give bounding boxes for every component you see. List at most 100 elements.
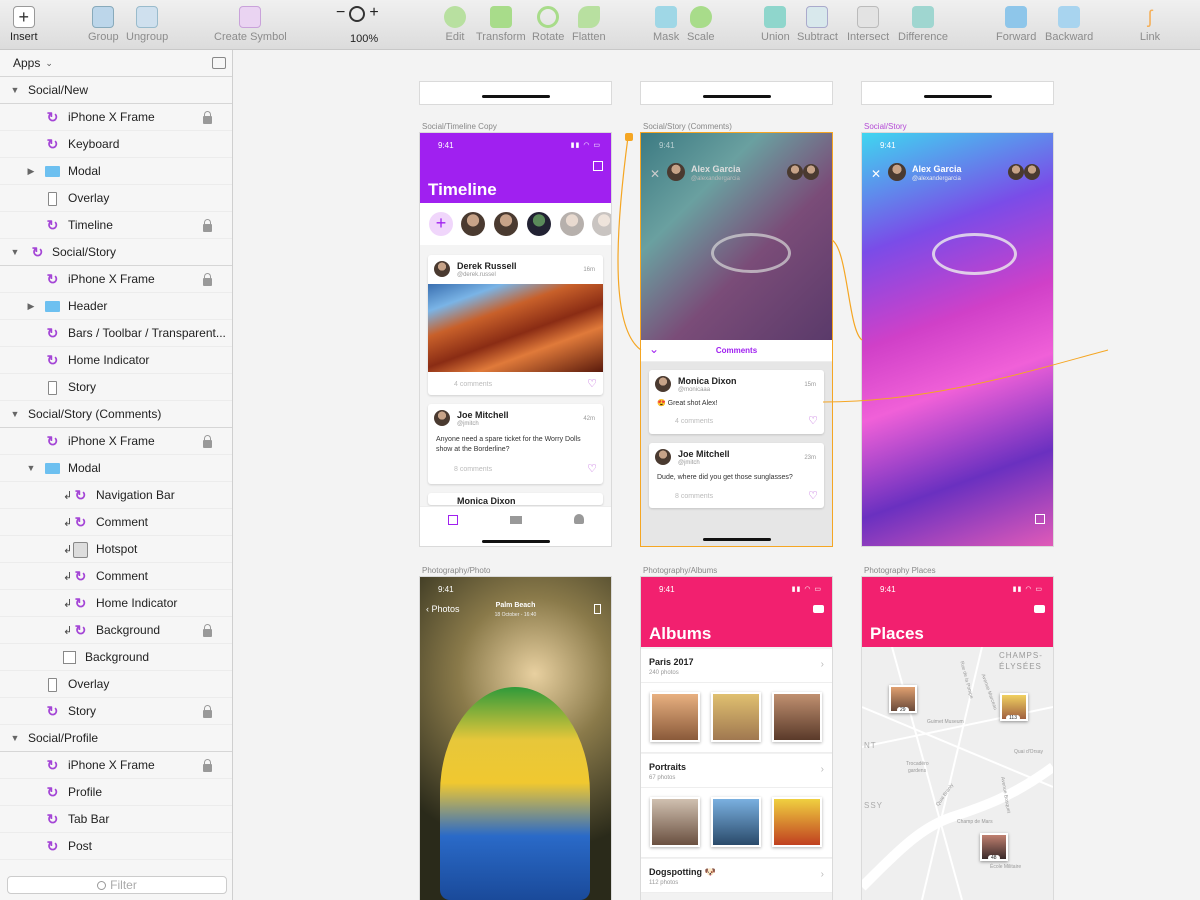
map-pin[interactable]: 29 xyxy=(889,685,917,713)
layer-row[interactable]: ↻ Profile xyxy=(0,779,232,806)
album-row[interactable]: Dogspotting 🐶 112 photos › xyxy=(641,859,832,893)
artboard-label[interactable]: Photography/Albums xyxy=(643,566,717,575)
layer-row[interactable]: Overlay xyxy=(0,185,232,212)
camera-icon[interactable] xyxy=(1034,605,1045,613)
layer-row[interactable]: ↻ Post xyxy=(0,833,232,860)
layer-group[interactable]: ▼ Social/Profile xyxy=(0,725,232,752)
layer-row[interactable]: Background xyxy=(0,644,232,671)
layer-name: Comment xyxy=(96,515,149,529)
map-label: gardens xyxy=(908,768,927,774)
artboard-label[interactable]: Photography/Photo xyxy=(422,566,491,575)
link-button[interactable]: ʃ Link xyxy=(1139,6,1161,44)
edit-button[interactable]: Edit xyxy=(444,6,466,44)
thumbnail[interactable] xyxy=(711,692,761,742)
lock-icon[interactable] xyxy=(203,759,212,772)
intersect-button[interactable]: Intersect xyxy=(847,6,889,44)
disclosure-open-icon[interactable]: ▼ xyxy=(26,463,36,473)
layer-name: Modal xyxy=(68,461,101,475)
album-row[interactable]: Paris 2017 240 photos › xyxy=(641,649,832,683)
map-pin[interactable]: 113 xyxy=(1000,693,1028,721)
lock-icon[interactable] xyxy=(203,705,212,718)
rect-shape xyxy=(48,380,57,395)
disclosure-open-icon[interactable]: ▼ xyxy=(10,409,20,419)
page-selector[interactable]: Apps ⌄ xyxy=(0,50,232,77)
layer-name: Tab Bar xyxy=(68,812,110,826)
transform-button[interactable]: Transform xyxy=(476,6,526,44)
disclosure-open-icon[interactable]: ▼ xyxy=(10,733,20,743)
layer-row[interactable]: ↲ ↻ Comment xyxy=(0,509,232,536)
thumbnail[interactable] xyxy=(711,797,761,847)
layer-row[interactable]: ↻ iPhone X Frame xyxy=(0,104,232,131)
layer-row[interactable]: Story xyxy=(0,374,232,401)
disclosure-closed-icon[interactable]: ▶ xyxy=(26,166,36,177)
rect-shape xyxy=(48,677,57,692)
hotspot-marker[interactable] xyxy=(625,133,633,141)
artboard-places[interactable]: 9:41 ▮▮ ◠ ▭ Places CHAMPS- ÉLYSÉES Avenu… xyxy=(862,577,1053,900)
backward-button[interactable]: Backward xyxy=(1045,6,1093,44)
bookmark-icon[interactable] xyxy=(594,604,601,614)
zoom-out-button[interactable]: − xyxy=(336,4,345,22)
camera-icon[interactable] xyxy=(813,605,824,613)
layer-row[interactable]: ↻ Keyboard xyxy=(0,131,232,158)
subtract-button[interactable]: Subtract xyxy=(797,6,838,44)
layer-row[interactable]: ↲ Hotspot xyxy=(0,536,232,563)
layer-row[interactable]: ↲ ↻ Background xyxy=(0,617,232,644)
layer-row[interactable]: ↲ ↻ Navigation Bar xyxy=(0,482,232,509)
ungroup-button[interactable]: Ungroup xyxy=(126,6,168,44)
filter-input[interactable]: Filter xyxy=(7,876,227,894)
flatten-button[interactable]: Flatten xyxy=(572,6,606,44)
album-row[interactable]: Portraits 67 photos › xyxy=(641,754,832,788)
map-pin[interactable]: 48 xyxy=(980,833,1008,861)
layer-row[interactable]: ↻ iPhone X Frame xyxy=(0,428,232,455)
zoom-in-button[interactable]: + xyxy=(369,4,378,22)
layer-row[interactable]: ↻ Timeline xyxy=(0,212,232,239)
artboard-albums[interactable]: 9:41 ▮▮ ◠ ▭ Albums Paris 2017 240 photos… xyxy=(641,577,832,900)
layer-row[interactable]: ↻ iPhone X Frame xyxy=(0,752,232,779)
canvas[interactable]: Social/Timeline Copy Social/Story (Comme… xyxy=(233,50,1200,900)
layer-row[interactable]: ↲ ↻ Comment xyxy=(0,563,232,590)
pages-toggle-icon[interactable] xyxy=(212,57,226,69)
symbol-icon: ↻ xyxy=(74,487,87,503)
clipping-arrow-icon: ↲ xyxy=(63,570,73,583)
disclosure-open-icon[interactable]: ▼ xyxy=(10,247,20,257)
thumbnail[interactable] xyxy=(650,797,700,847)
layer-row[interactable]: ↲ ↻ Home Indicator xyxy=(0,590,232,617)
layer-row[interactable]: ▶ Modal xyxy=(0,158,232,185)
lock-icon[interactable] xyxy=(203,273,212,286)
layer-row[interactable]: ↻ Tab Bar xyxy=(0,806,232,833)
artboard-photo[interactable]: 9:41 ‹ Photos Palm Beach 18 October - 16… xyxy=(420,577,611,900)
layer-row[interactable]: ↻ Home Indicator xyxy=(0,347,232,374)
zoom-level[interactable]: 100% xyxy=(350,33,378,46)
group-button[interactable]: Group xyxy=(88,6,119,44)
map-label: École Militaire xyxy=(990,864,1022,870)
layer-row[interactable]: ↻ iPhone X Frame xyxy=(0,266,232,293)
layer-row[interactable]: Overlay xyxy=(0,671,232,698)
create-symbol-button[interactable]: Create Symbol xyxy=(214,6,287,44)
search-icon xyxy=(97,880,107,890)
lock-icon[interactable] xyxy=(203,435,212,448)
rotate-button[interactable]: Rotate xyxy=(532,6,564,44)
mask-button[interactable]: Mask xyxy=(653,6,679,44)
chevron-right-icon: › xyxy=(820,764,824,775)
insert-button[interactable]: + Insert xyxy=(10,6,38,44)
forward-button[interactable]: Forward xyxy=(996,6,1036,44)
union-button[interactable]: Union xyxy=(761,6,790,44)
layer-row[interactable]: ↻ Story xyxy=(0,698,232,725)
layer-row[interactable]: ↻ Bars / Toolbar / Transparent... xyxy=(0,320,232,347)
lock-icon[interactable] xyxy=(203,111,212,124)
layer-group[interactable]: ▼ Social/Story (Comments) xyxy=(0,401,232,428)
disclosure-open-icon[interactable]: ▼ xyxy=(10,85,20,95)
layer-group[interactable]: ▼ Social/New xyxy=(0,77,232,104)
artboard-label[interactable]: Photography Places xyxy=(864,566,936,575)
layer-row[interactable]: ▶ Header xyxy=(0,293,232,320)
scale-button[interactable]: Scale xyxy=(687,6,715,44)
thumbnail[interactable] xyxy=(772,797,822,847)
lock-icon[interactable] xyxy=(203,219,212,232)
layer-group[interactable]: ▼ ↻ Social/Story xyxy=(0,239,232,266)
layer-row[interactable]: ▼ Modal xyxy=(0,455,232,482)
thumbnail[interactable] xyxy=(772,692,822,742)
disclosure-closed-icon[interactable]: ▶ xyxy=(26,301,36,312)
lock-icon[interactable] xyxy=(203,624,212,637)
difference-button[interactable]: Difference xyxy=(898,6,948,44)
thumbnail[interactable] xyxy=(650,692,700,742)
